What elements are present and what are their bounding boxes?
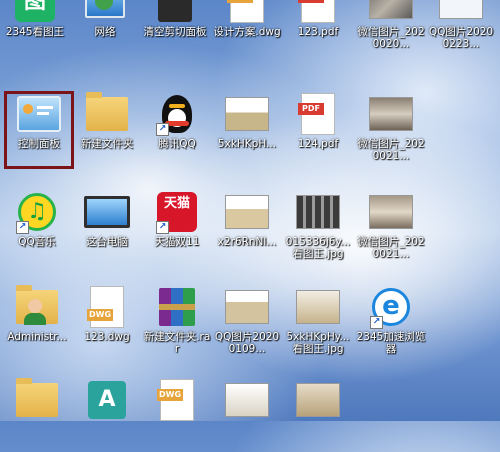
desktop-icon-label: 2345看图王 — [5, 26, 65, 38]
image-file-icon — [368, 0, 414, 24]
image-file-icon — [224, 285, 270, 329]
desktop-icon-label: 天猫双11 — [154, 236, 200, 248]
desktop-icon-qq-image-1[interactable]: QQ图片20200223... — [426, 0, 496, 54]
qq-penguin-icon: ↗ — [154, 92, 200, 136]
desktop-icon-124-pdf[interactable]: PDF 124.pdf — [283, 92, 353, 166]
desktop-icon-label: 123.pdf — [297, 26, 339, 38]
image-file-icon — [438, 0, 484, 24]
desktop-icon-label: 新建文件夹.rar — [143, 331, 211, 355]
desktop-icon-label: QQ音乐 — [18, 236, 56, 248]
shortcut-arrow-icon: ↗ — [156, 123, 169, 136]
desktop-icon-x2r6rnnl[interactable]: x2r6RnNl... — [212, 190, 282, 264]
clear-clipboard-icon — [152, 0, 198, 24]
desktop-icon-qq-image-2[interactable]: QQ图片20200109... — [212, 285, 282, 359]
desktop-icon-partial-folder[interactable] — [2, 378, 72, 452]
desktop-icon-2345-browser[interactable]: e ↗ 2345加速浏览器 — [356, 285, 426, 359]
desktop-icon-2345-viewer[interactable]: 图 2345看图王 — [0, 0, 70, 54]
this-pc-icon — [84, 190, 130, 234]
desktop-icon-label: 015336j6y...看图王.jpg — [285, 236, 351, 260]
desktop-icon-label: 控制面板 — [18, 138, 60, 150]
desktop-icon-label: 腾讯QQ — [158, 138, 196, 150]
desktop-icon-015336j6y[interactable]: 015336j6y...看图王.jpg — [283, 190, 353, 264]
image-file-icon — [295, 378, 341, 422]
dwg-file-icon: DWG — [84, 285, 130, 329]
qq-music-icon: ♫ ↗ — [14, 190, 60, 234]
desktop-icon-administrator[interactable]: Administr... — [2, 285, 72, 359]
desktop-icon-control-panel[interactable]: 控制面板 — [4, 92, 74, 166]
desktop-icon-wechat-image-1[interactable]: 微信图片_2020020... — [356, 0, 426, 54]
desktop-icon-label: Administr... — [7, 331, 67, 343]
desktop-icon-tmall[interactable]: 天猫 ↗ 天猫双11 — [142, 190, 212, 264]
desktop-icon-label: 微信图片_2020021... — [357, 138, 425, 162]
desktop-icon-5xkhkphy[interactable]: 5xkHKpHy...看图王.jpg — [283, 285, 353, 359]
archive-app-icon: A — [84, 378, 130, 422]
desktop-icon-wechat-image-3[interactable]: 微信图片_2020021... — [356, 190, 426, 264]
desktop-icon-label: 这台电脑 — [86, 236, 128, 248]
desktop-icon-label: 微信图片_2020020... — [357, 26, 425, 50]
shortcut-arrow-icon: ↗ — [16, 221, 29, 234]
shortcut-arrow-icon: ↗ — [156, 221, 169, 234]
desktop-icon-network[interactable]: 网络 — [70, 0, 140, 54]
image-file-icon — [295, 190, 341, 234]
desktop-icon-label: x2r6RnNl... — [217, 236, 277, 248]
control-panel-icon — [16, 92, 62, 136]
desktop-icon-wechat-image-2[interactable]: 微信图片_2020021... — [356, 92, 426, 166]
desktop-icon-label: 网络 — [94, 26, 116, 38]
image-file-icon — [224, 378, 270, 422]
desktop-icon-qq-music[interactable]: ♫ ↗ QQ音乐 — [2, 190, 72, 264]
folder-icon — [14, 378, 60, 422]
desktop-icon-label: 123.dwg — [84, 331, 130, 343]
desktop-icon-tencent-qq[interactable]: ↗ 腾讯QQ — [142, 92, 212, 166]
desktop-icon-label: QQ图片20200223... — [428, 26, 494, 50]
desktop-icon-new-folder[interactable]: 新建文件夹 — [72, 92, 142, 166]
desktop-icon-label: 124.pdf — [297, 138, 339, 150]
image-file-icon — [368, 190, 414, 234]
desktop-icon-partial-archive[interactable]: A — [72, 378, 142, 452]
desktop-icon-label: 微信图片_2020021... — [357, 236, 425, 260]
image-file-icon — [368, 92, 414, 136]
desktop-icon-label: 设计方案.dwg — [213, 26, 281, 38]
user-folder-icon — [14, 285, 60, 329]
2345-viewer-icon: 图 — [12, 0, 58, 24]
desktop: 图 2345看图王 网络 清空剪切面板 DWG 设计方案.dwg PDF 123… — [0, 0, 500, 421]
desktop-icon-clear-clipboard[interactable]: 清空剪切面板 — [140, 0, 210, 54]
image-file-icon — [295, 285, 341, 329]
tmall-icon: 天猫 ↗ — [154, 190, 200, 234]
pdf-file-icon: PDF — [295, 0, 341, 24]
desktop-icon-this-pc[interactable]: 这台电脑 — [72, 190, 142, 264]
desktop-icon-label: 2345加速浏览器 — [356, 331, 426, 355]
desktop-icon-partial-image[interactable] — [212, 378, 282, 452]
image-file-icon — [224, 190, 270, 234]
2345-browser-icon: e ↗ — [368, 285, 414, 329]
desktop-icon-design-dwg[interactable]: DWG 设计方案.dwg — [212, 0, 282, 54]
folder-icon — [84, 92, 130, 136]
desktop-icon-123-dwg[interactable]: DWG 123.dwg — [72, 285, 142, 359]
dwg-file-icon: DWG — [224, 0, 270, 24]
desktop-icon-new-folder-rar[interactable]: 新建文件夹.rar — [142, 285, 212, 359]
shortcut-arrow-icon: ↗ — [370, 316, 383, 329]
image-file-icon — [224, 92, 270, 136]
desktop-icon-label: 新建文件夹 — [80, 138, 134, 150]
desktop-icon-label: 5xkHKpHy...看图王.jpg — [286, 331, 350, 355]
pdf-file-icon: PDF — [295, 92, 341, 136]
desktop-icon-label: QQ图片20200109... — [214, 331, 280, 355]
dwg-file-icon: DWG — [154, 378, 200, 422]
desktop-icon-123-pdf[interactable]: PDF 123.pdf — [283, 0, 353, 54]
desktop-icon-label: 5xkHKpH... — [217, 138, 277, 150]
desktop-icon-label: 清空剪切面板 — [143, 26, 207, 38]
desktop-icon-partial-dwg[interactable]: DWG — [142, 378, 212, 452]
network-icon — [82, 0, 128, 24]
desktop-icon-5xkhkph[interactable]: 5xkHKpH... — [212, 92, 282, 166]
rar-archive-icon — [154, 285, 200, 329]
desktop-icon-partial-image-2[interactable] — [283, 378, 353, 452]
